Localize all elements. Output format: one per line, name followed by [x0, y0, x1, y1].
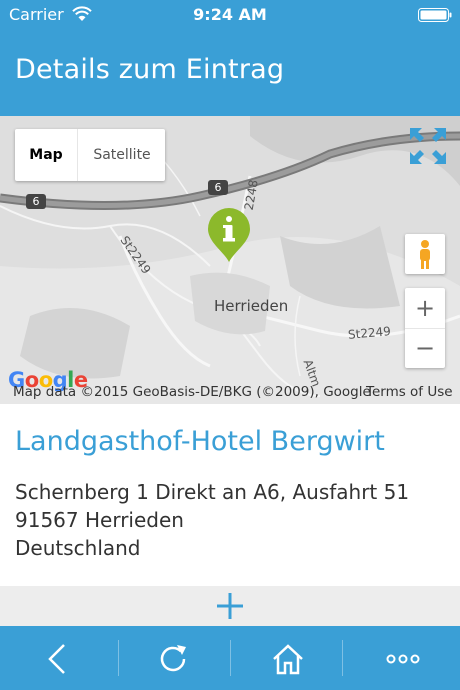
more-button[interactable]	[345, 626, 460, 690]
page-title: Details zum Eintrag	[15, 54, 285, 85]
entry-details: Landgasthof-Hotel Bergwirt Schernberg 1 …	[0, 404, 460, 586]
pegman-icon	[420, 240, 430, 269]
home-icon	[273, 644, 303, 675]
map-type-toggle: Map Satellite	[15, 129, 165, 181]
address-line-country: Deutschland	[15, 536, 141, 560]
address-line-street: Schernberg 1 Direkt an A6, Ausfahrt 51	[15, 480, 410, 504]
road-shield: 6	[208, 180, 228, 195]
map-place-label: Herrieden	[214, 297, 289, 315]
map-attribution: Map data ©2015 GeoBasis-DE/BKG (©2009), …	[13, 384, 371, 400]
battery-icon	[418, 8, 452, 22]
bottom-toolbar	[0, 626, 460, 690]
info-marker-icon[interactable]	[206, 208, 252, 264]
zoom-out-button[interactable]: −	[405, 328, 445, 368]
terms-of-use-link[interactable]: Terms of Use	[366, 384, 453, 400]
map-view[interactable]: 6 6 2248 St2249 St2249 Altm Herrieden Ma…	[0, 116, 460, 404]
zoom-in-button[interactable]: +	[405, 288, 445, 329]
reload-button[interactable]	[115, 626, 230, 690]
add-bar	[0, 586, 460, 626]
entry-name: Landgasthof-Hotel Bergwirt	[15, 426, 385, 457]
home-button[interactable]	[230, 626, 345, 690]
street-view-button[interactable]	[405, 234, 445, 274]
back-button[interactable]	[0, 626, 115, 690]
more-icon	[386, 654, 420, 664]
address-line-city: 91567 Herrieden	[15, 508, 184, 532]
reload-icon	[160, 645, 186, 672]
toolbar-divider	[342, 640, 343, 676]
status-time: 9:24 AM	[193, 5, 267, 24]
map-type-map-button[interactable]: Map	[15, 129, 77, 181]
road-shield: 6	[26, 194, 46, 209]
zoom-control: + −	[405, 288, 445, 368]
top-bar: Carrier 9:24 AM Details zum Eintrag	[0, 0, 460, 116]
back-icon	[48, 644, 65, 674]
plus-icon[interactable]	[215, 591, 245, 621]
status-bar: Carrier 9:24 AM	[0, 0, 460, 30]
fullscreen-icon[interactable]	[410, 128, 446, 164]
map-type-satellite-button[interactable]: Satellite	[77, 129, 166, 181]
